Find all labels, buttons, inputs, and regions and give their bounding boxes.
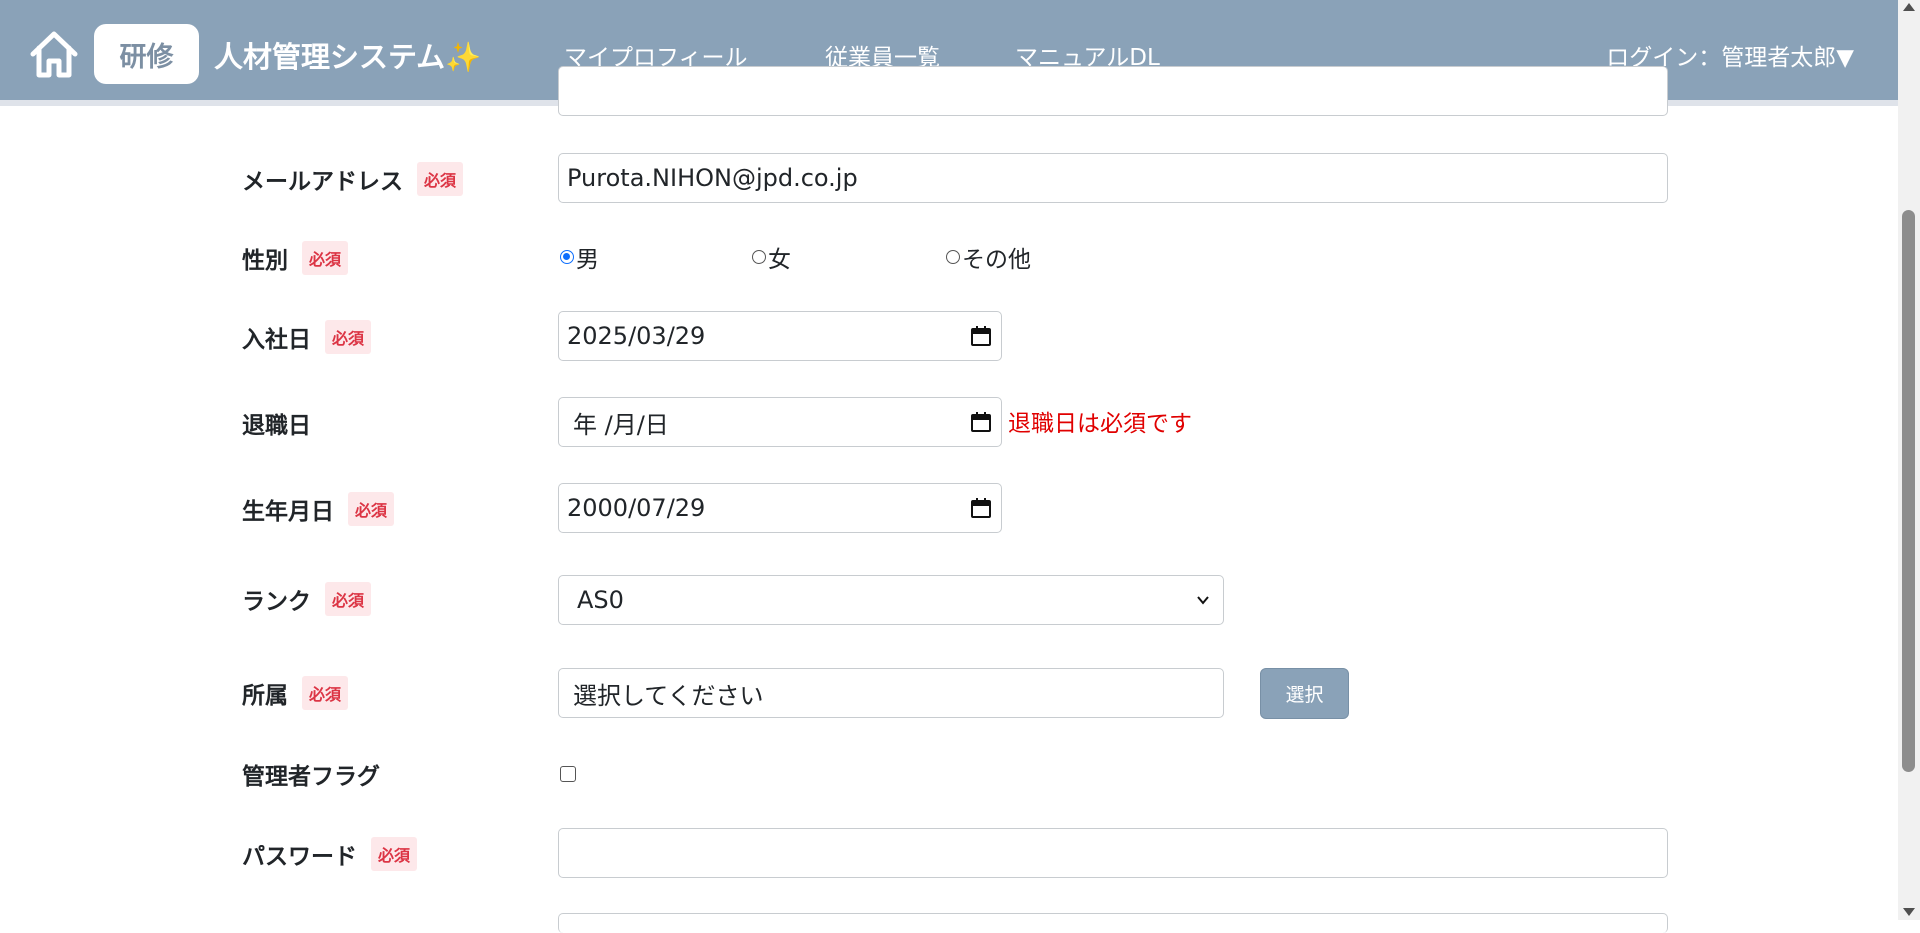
scroll-up-arrow-icon[interactable] xyxy=(1903,3,1915,11)
email-input[interactable]: Purota.NIHON@jpd.co.jp xyxy=(558,153,1668,203)
home-icon[interactable] xyxy=(28,28,80,80)
rank-select[interactable]: AS0 xyxy=(558,575,1224,625)
birth-date-input[interactable]: 2000/07/29 xyxy=(558,483,1002,533)
radio-button[interactable] xyxy=(560,250,574,264)
hire-date-input[interactable]: 2025/03/29 xyxy=(558,311,1002,361)
required-badge: 必須 xyxy=(325,582,372,616)
admin-flag-label: 管理者フラグ xyxy=(242,764,380,790)
gender-label: 性別 必須 xyxy=(242,234,349,282)
training-badge: 研修 xyxy=(94,24,199,84)
previous-field-input[interactable] xyxy=(558,66,1668,116)
required-badge: 必須 xyxy=(348,492,395,526)
birth-date-label: 生年月日 必須 xyxy=(242,485,395,533)
calendar-icon[interactable] xyxy=(971,412,991,432)
retire-date-label: 退職日 xyxy=(242,413,311,439)
retire-date-error: 退職日は必須です xyxy=(1008,411,1192,437)
required-badge: 必須 xyxy=(302,676,349,710)
retire-date-input[interactable]: 年 /月/日 xyxy=(558,397,1002,447)
scroll-down-arrow-icon[interactable] xyxy=(1903,908,1915,916)
email-label: メールアドレス 必須 xyxy=(242,155,464,203)
calendar-icon[interactable] xyxy=(971,498,991,518)
select-department-button[interactable]: 選択 xyxy=(1260,668,1349,719)
gender-option-male[interactable]: 男 xyxy=(560,242,599,273)
required-badge: 必須 xyxy=(371,837,418,871)
radio-button[interactable] xyxy=(752,250,766,264)
gender-option-other[interactable]: その他 xyxy=(946,242,1031,273)
radio-button[interactable] xyxy=(946,250,960,264)
rank-label: ランク 必須 xyxy=(242,575,372,623)
department-input[interactable]: 選択してください xyxy=(558,668,1224,718)
gender-option-female[interactable]: 女 xyxy=(752,242,791,273)
chevron-down-icon xyxy=(1197,596,1209,605)
required-badge: 必須 xyxy=(302,241,349,275)
hire-date-label: 入社日 必須 xyxy=(242,313,372,361)
scrollbar-thumb[interactable] xyxy=(1902,210,1915,772)
calendar-icon[interactable] xyxy=(971,326,991,346)
password-input[interactable] xyxy=(558,828,1668,878)
password-label: パスワード 必須 xyxy=(242,830,418,878)
department-label: 所属 必須 xyxy=(242,669,349,717)
required-badge: 必須 xyxy=(325,320,372,354)
required-badge: 必須 xyxy=(417,162,464,196)
admin-flag-checkbox[interactable] xyxy=(560,766,576,782)
next-field-input[interactable] xyxy=(558,913,1668,933)
app-title: 人材管理システム✨ xyxy=(214,40,482,74)
